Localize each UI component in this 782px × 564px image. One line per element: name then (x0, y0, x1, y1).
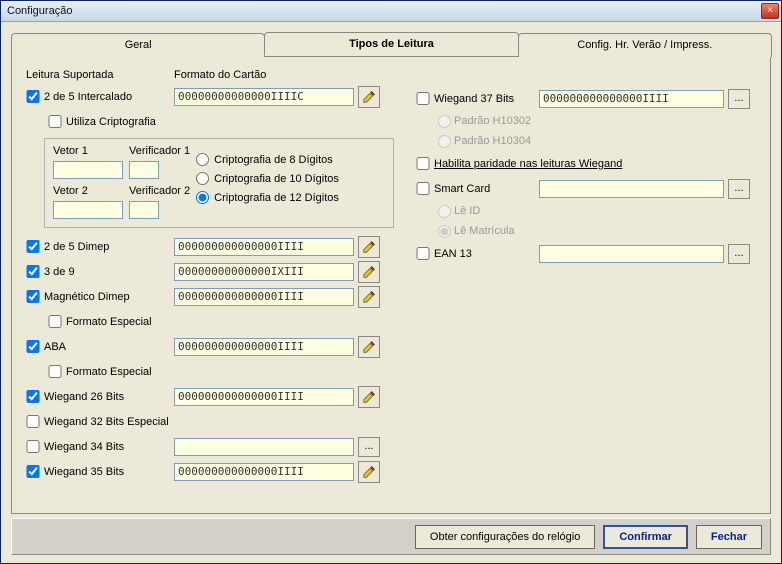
grupo-criptografia: Vetor 1 Vetor 2 Verificador 1 Verificado… (44, 138, 394, 228)
chk-magnetico[interactable] (26, 290, 40, 303)
tab-config-verao[interactable]: Config. Hr. Verão / Impress. (518, 33, 772, 57)
radio-le-id[interactable] (438, 205, 451, 218)
chk-aba-formato[interactable] (48, 365, 62, 378)
btn-smartcard[interactable]: ... (728, 179, 750, 199)
txt-wiegand37[interactable] (539, 90, 724, 108)
chk-ean13[interactable] (416, 247, 430, 260)
chk-mag-formato[interactable] (48, 315, 62, 328)
lbl-paridade: Habilita paridade nas leituras Wiegand (434, 158, 622, 170)
tab-geral[interactable]: Geral (11, 33, 265, 57)
txt-2de5-intercalado[interactable] (174, 88, 354, 106)
lbl-smartcard: Smart Card (434, 183, 539, 195)
lbl-wiegand26: Wiegand 26 Bits (44, 391, 174, 403)
chk-smartcard[interactable] (416, 182, 430, 195)
label-formato-cartao: Formato do Cartão (174, 69, 266, 81)
lbl-wiegand35: Wiegand 35 Bits (44, 466, 174, 478)
chk-wiegand26[interactable] (26, 390, 40, 403)
radio-cripto-10[interactable]: Criptografia de 10 Dígitos (196, 172, 339, 185)
txt-magnetico[interactable] (174, 288, 354, 306)
txt-aba[interactable] (174, 338, 354, 356)
lbl-h10304: Padrão H10304 (454, 135, 531, 147)
edit-2de5-dimep[interactable] (358, 236, 380, 258)
radio-h10302[interactable] (438, 115, 451, 128)
btn-wiegand37[interactable]: ... (728, 89, 750, 109)
txt-verif2[interactable] (129, 201, 159, 219)
edit-2de5-intercalado[interactable] (358, 86, 380, 108)
pencil-icon (362, 265, 376, 279)
bottom-bar: Obter configurações do relógio Confirmar… (11, 518, 771, 555)
lbl-vetor2: Vetor 2 (53, 185, 123, 197)
txt-vetor1[interactable] (53, 161, 123, 179)
btn-fechar[interactable]: Fechar (696, 525, 762, 549)
lbl-2de5-intercalado: 2 de 5 Intercalado (44, 91, 174, 103)
txt-2de5-dimep[interactable] (174, 238, 354, 256)
radio-cripto-12[interactable]: Criptografia de 12 Dígitos (196, 191, 339, 204)
chk-paridade[interactable] (416, 157, 430, 170)
chk-wiegand34[interactable] (26, 440, 40, 453)
lbl-3de9: 3 de 9 (44, 266, 174, 278)
txt-wiegand35[interactable] (174, 463, 354, 481)
lbl-verif1: Verificador 1 (129, 145, 190, 157)
txt-wiegand26[interactable] (174, 388, 354, 406)
radio-cripto-8[interactable]: Criptografia de 8 Dígitos (196, 153, 339, 166)
lbl-wiegand34: Wiegand 34 Bits (44, 441, 174, 453)
txt-wiegand34[interactable] (174, 438, 354, 456)
btn-ean13[interactable]: ... (728, 244, 750, 264)
lbl-le-id: Lê ID (454, 205, 480, 217)
txt-smartcard[interactable] (539, 180, 724, 198)
pencil-icon (362, 390, 376, 404)
btn-confirmar[interactable]: Confirmar (603, 525, 688, 549)
lbl-vetor1: Vetor 1 (53, 145, 123, 157)
btn-obter-config[interactable]: Obter configurações do relógio (415, 525, 595, 549)
lbl-magnetico: Magnético Dimep (44, 291, 174, 303)
window-title: Configuração (7, 5, 761, 17)
chk-wiegand37[interactable] (416, 92, 430, 105)
edit-aba[interactable] (358, 336, 380, 358)
pencil-icon (362, 340, 376, 354)
chk-wiegand35[interactable] (26, 465, 40, 478)
lbl-criptografia: Utiliza Criptografia (66, 116, 156, 128)
lbl-2de5-dimep: 2 de 5 Dimep (44, 241, 174, 253)
lbl-h10302: Padrão H10302 (454, 115, 531, 127)
close-icon[interactable]: × (761, 3, 779, 19)
pencil-icon (362, 290, 376, 304)
txt-verif1[interactable] (129, 161, 159, 179)
edit-magnetico[interactable] (358, 286, 380, 308)
label-leitura-suportada: Leitura Suportada (26, 69, 174, 81)
left-column: Leitura Suportada Formato do Cartão 2 de… (26, 69, 396, 484)
lbl-aba: ABA (44, 341, 174, 353)
tab-panel: Leitura Suportada Formato do Cartão 2 de… (11, 56, 771, 514)
chk-aba[interactable] (26, 340, 40, 353)
titlebar: Configuração × (1, 1, 781, 22)
txt-ean13[interactable] (539, 245, 724, 263)
right-column: Wiegand 37 Bits ... Padrão H10302 Padrão… (416, 69, 756, 484)
pencil-icon (362, 465, 376, 479)
radio-h10304[interactable] (438, 135, 451, 148)
pencil-icon (362, 90, 376, 104)
lbl-aba-formato: Formato Especial (66, 366, 152, 378)
radio-le-matricula[interactable] (438, 225, 451, 238)
edit-wiegand35[interactable] (358, 461, 380, 483)
chk-criptografia[interactable] (48, 115, 62, 128)
lbl-wiegand37: Wiegand 37 Bits (434, 93, 539, 105)
lbl-le-matricula: Lê Matrícula (454, 225, 515, 237)
btn-wiegand34[interactable]: ... (358, 437, 380, 457)
lbl-mag-formato: Formato Especial (66, 316, 152, 328)
lbl-ean13: EAN 13 (434, 248, 539, 260)
lbl-wiegand32: Wiegand 32 Bits Especial (44, 416, 169, 428)
chk-wiegand32[interactable] (26, 415, 40, 428)
txt-vetor2[interactable] (53, 201, 123, 219)
content-area: Geral Tipos de Leitura Config. Hr. Verão… (1, 22, 781, 518)
tabstrip: Geral Tipos de Leitura Config. Hr. Verão… (11, 32, 771, 56)
pencil-icon (362, 240, 376, 254)
config-window: Configuração × Geral Tipos de Leitura Co… (0, 0, 782, 564)
edit-wiegand26[interactable] (358, 386, 380, 408)
lbl-verif2: Verificador 2 (129, 185, 190, 197)
txt-3de9[interactable] (174, 263, 354, 281)
chk-2de5-intercalado[interactable] (26, 90, 40, 103)
chk-2de5-dimep[interactable] (26, 240, 40, 253)
chk-3de9[interactable] (26, 265, 40, 278)
tab-tipos-leitura[interactable]: Tipos de Leitura (264, 32, 518, 56)
edit-3de9[interactable] (358, 261, 380, 283)
